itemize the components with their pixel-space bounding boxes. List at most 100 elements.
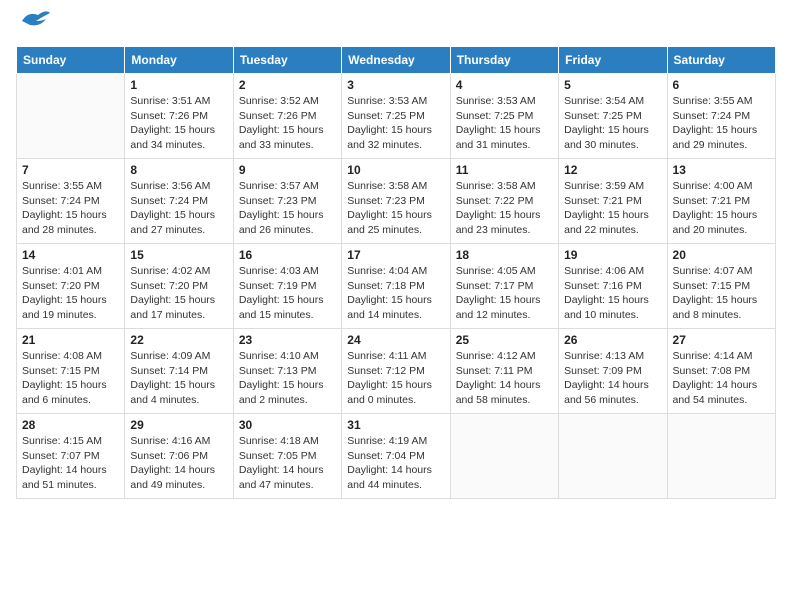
cell-info-text: Sunrise: 4:14 AMSunset: 7:08 PMDaylight:…: [673, 349, 770, 408]
calendar-cell: 22 Sunrise: 4:09 AMSunset: 7:14 PMDayligh…: [125, 329, 233, 414]
calendar-cell: [667, 414, 775, 499]
calendar-cell: [450, 414, 558, 499]
calendar-cell: 28 Sunrise: 4:15 AMSunset: 7:07 PMDayligh…: [17, 414, 125, 499]
cell-date-number: 23: [239, 333, 336, 347]
calendar-cell: 2 Sunrise: 3:52 AMSunset: 7:26 PMDaylight…: [233, 74, 341, 159]
calendar-cell: 5 Sunrise: 3:54 AMSunset: 7:25 PMDaylight…: [559, 74, 667, 159]
cell-date-number: 27: [673, 333, 770, 347]
calendar-cell: 17 Sunrise: 4:04 AMSunset: 7:18 PMDayligh…: [342, 244, 450, 329]
cell-date-number: 22: [130, 333, 227, 347]
cell-date-number: 25: [456, 333, 553, 347]
cell-info-text: Sunrise: 4:15 AMSunset: 7:07 PMDaylight:…: [22, 434, 119, 493]
cell-info-text: Sunrise: 4:06 AMSunset: 7:16 PMDaylight:…: [564, 264, 661, 323]
cell-info-text: Sunrise: 3:58 AMSunset: 7:23 PMDaylight:…: [347, 179, 444, 238]
calendar-cell: 15 Sunrise: 4:02 AMSunset: 7:20 PMDayligh…: [125, 244, 233, 329]
cell-date-number: 21: [22, 333, 119, 347]
day-header-tuesday: Tuesday: [233, 47, 341, 74]
day-header-sunday: Sunday: [17, 47, 125, 74]
cell-info-text: Sunrise: 4:07 AMSunset: 7:15 PMDaylight:…: [673, 264, 770, 323]
calendar-cell: 18 Sunrise: 4:05 AMSunset: 7:17 PMDayligh…: [450, 244, 558, 329]
cell-info-text: Sunrise: 4:11 AMSunset: 7:12 PMDaylight:…: [347, 349, 444, 408]
cell-date-number: 26: [564, 333, 661, 347]
cell-date-number: 5: [564, 78, 661, 92]
calendar-cell: 4Sunrise: 3:53 AMSunset: 7:25 PMDaylight…: [450, 74, 558, 159]
calendar-cell: 12 Sunrise: 3:59 AMSunset: 7:21 PMDayligh…: [559, 159, 667, 244]
cell-info-text: Sunrise: 3:53 AMSunset: 7:25 PMDaylight:…: [347, 94, 444, 153]
cell-date-number: 20: [673, 248, 770, 262]
day-header-monday: Monday: [125, 47, 233, 74]
cell-info-text: Sunrise: 3:52 AMSunset: 7:26 PMDaylight:…: [239, 94, 336, 153]
page-header: [16, 16, 776, 38]
calendar-week-row: 1 Sunrise: 3:51 AMSunset: 7:26 PMDaylight…: [17, 74, 776, 159]
calendar-cell: 25Sunrise: 4:12 AMSunset: 7:11 PMDayligh…: [450, 329, 558, 414]
cell-info-text: Sunrise: 3:55 AMSunset: 7:24 PMDaylight:…: [673, 94, 770, 153]
calendar-cell: 9Sunrise: 3:57 AMSunset: 7:23 PMDaylight…: [233, 159, 341, 244]
calendar-cell: 27 Sunrise: 4:14 AMSunset: 7:08 PMDayligh…: [667, 329, 775, 414]
cell-date-number: 11: [456, 163, 553, 177]
cell-date-number: 17: [347, 248, 444, 262]
cell-date-number: 6: [673, 78, 770, 92]
cell-date-number: 29: [130, 418, 227, 432]
cell-info-text: Sunrise: 3:53 AMSunset: 7:25 PMDaylight:…: [456, 94, 553, 153]
cell-date-number: 19: [564, 248, 661, 262]
cell-info-text: Sunrise: 4:19 AMSunset: 7:04 PMDaylight:…: [347, 434, 444, 493]
calendar-week-row: 14Sunrise: 4:01 AMSunset: 7:20 PMDayligh…: [17, 244, 776, 329]
calendar-cell: [17, 74, 125, 159]
calendar-cell: 24 Sunrise: 4:11 AMSunset: 7:12 PMDayligh…: [342, 329, 450, 414]
calendar-cell: 16 Sunrise: 4:03 AMSunset: 7:19 PMDayligh…: [233, 244, 341, 329]
cell-date-number: 14: [22, 248, 119, 262]
calendar-cell: 23Sunrise: 4:10 AMSunset: 7:13 PMDayligh…: [233, 329, 341, 414]
calendar-cell: 20 Sunrise: 4:07 AMSunset: 7:15 PMDayligh…: [667, 244, 775, 329]
day-header-wednesday: Wednesday: [342, 47, 450, 74]
day-header-thursday: Thursday: [450, 47, 558, 74]
cell-info-text: Sunrise: 3:58 AMSunset: 7:22 PMDaylight:…: [456, 179, 553, 238]
calendar-cell: 8Sunrise: 3:56 AMSunset: 7:24 PMDaylight…: [125, 159, 233, 244]
cell-date-number: 30: [239, 418, 336, 432]
cell-info-text: Sunrise: 4:00 AMSunset: 7:21 PMDaylight:…: [673, 179, 770, 238]
calendar-cell: 1 Sunrise: 3:51 AMSunset: 7:26 PMDaylight…: [125, 74, 233, 159]
cell-info-text: Sunrise: 4:09 AMSunset: 7:14 PMDaylight:…: [130, 349, 227, 408]
calendar-week-row: 21 Sunrise: 4:08 AMSunset: 7:15 PMDayligh…: [17, 329, 776, 414]
cell-date-number: 13: [673, 163, 770, 177]
cell-info-text: Sunrise: 4:04 AMSunset: 7:18 PMDaylight:…: [347, 264, 444, 323]
cell-date-number: 8: [130, 163, 227, 177]
cell-date-number: 1: [130, 78, 227, 92]
cell-info-text: Sunrise: 4:18 AMSunset: 7:05 PMDaylight:…: [239, 434, 336, 493]
cell-info-text: Sunrise: 3:57 AMSunset: 7:23 PMDaylight:…: [239, 179, 336, 238]
cell-date-number: 18: [456, 248, 553, 262]
calendar-cell: 30 Sunrise: 4:18 AMSunset: 7:05 PMDayligh…: [233, 414, 341, 499]
calendar-cell: 31 Sunrise: 4:19 AMSunset: 7:04 PMDayligh…: [342, 414, 450, 499]
calendar-cell: 7Sunrise: 3:55 AMSunset: 7:24 PMDaylight…: [17, 159, 125, 244]
calendar-cell: 29 Sunrise: 4:16 AMSunset: 7:06 PMDayligh…: [125, 414, 233, 499]
calendar-week-row: 7Sunrise: 3:55 AMSunset: 7:24 PMDaylight…: [17, 159, 776, 244]
day-header-saturday: Saturday: [667, 47, 775, 74]
cell-date-number: 12: [564, 163, 661, 177]
cell-date-number: 10: [347, 163, 444, 177]
calendar-cell: 26 Sunrise: 4:13 AMSunset: 7:09 PMDayligh…: [559, 329, 667, 414]
cell-date-number: 31: [347, 418, 444, 432]
cell-date-number: 16: [239, 248, 336, 262]
cell-info-text: Sunrise: 4:08 AMSunset: 7:15 PMDaylight:…: [22, 349, 119, 408]
cell-date-number: 24: [347, 333, 444, 347]
cell-date-number: 7: [22, 163, 119, 177]
calendar-cell: 10 Sunrise: 3:58 AMSunset: 7:23 PMDayligh…: [342, 159, 450, 244]
calendar-header-row: SundayMondayTuesdayWednesdayThursdayFrid…: [17, 47, 776, 74]
cell-date-number: 3: [347, 78, 444, 92]
cell-info-text: Sunrise: 3:51 AMSunset: 7:26 PMDaylight:…: [130, 94, 227, 153]
cell-info-text: Sunrise: 3:54 AMSunset: 7:25 PMDaylight:…: [564, 94, 661, 153]
cell-date-number: 2: [239, 78, 336, 92]
calendar-cell: 19 Sunrise: 4:06 AMSunset: 7:16 PMDayligh…: [559, 244, 667, 329]
cell-info-text: Sunrise: 4:03 AMSunset: 7:19 PMDaylight:…: [239, 264, 336, 323]
cell-date-number: 15: [130, 248, 227, 262]
calendar-cell: [559, 414, 667, 499]
cell-info-text: Sunrise: 3:59 AMSunset: 7:21 PMDaylight:…: [564, 179, 661, 238]
cell-info-text: Sunrise: 4:02 AMSunset: 7:20 PMDaylight:…: [130, 264, 227, 323]
cell-info-text: Sunrise: 4:13 AMSunset: 7:09 PMDaylight:…: [564, 349, 661, 408]
logo-bird-icon: [18, 7, 50, 35]
logo: [16, 16, 50, 38]
cell-date-number: 28: [22, 418, 119, 432]
calendar-table: SundayMondayTuesdayWednesdayThursdayFrid…: [16, 46, 776, 499]
calendar-cell: 13 Sunrise: 4:00 AMSunset: 7:21 PMDayligh…: [667, 159, 775, 244]
cell-info-text: Sunrise: 4:16 AMSunset: 7:06 PMDaylight:…: [130, 434, 227, 493]
cell-info-text: Sunrise: 4:05 AMSunset: 7:17 PMDaylight:…: [456, 264, 553, 323]
